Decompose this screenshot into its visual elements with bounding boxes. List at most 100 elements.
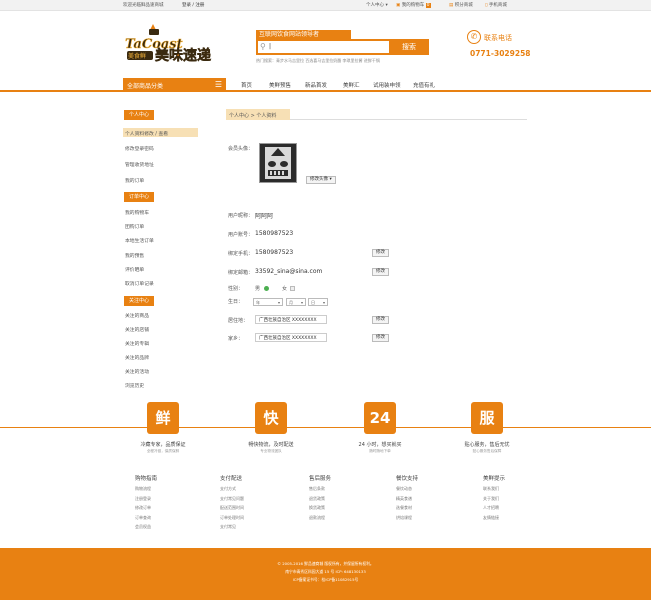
footer-link[interactable]: 换货政策	[309, 505, 331, 511]
site-logo[interactable]: TaCoast 美食鲜 美味速递	[123, 20, 223, 65]
category-label: 全部商品分类	[127, 83, 164, 90]
birthday-label: 生日：	[228, 299, 244, 305]
feature-title: 冷藏专家，品质保证	[140, 442, 186, 448]
residence-field[interactable]: 广西壮族自治区 XXXXXXXX	[255, 315, 327, 324]
feature-service: 服 贴心服务，售后无忧 贴心服务售后保障	[447, 402, 527, 454]
feature-sub: 贴心服务售后保障	[472, 449, 502, 453]
change-avatar-button[interactable]: 修改头像 ▾	[306, 176, 336, 184]
sidebar-item-password[interactable]: 修改登录密码	[125, 145, 154, 152]
mobile-icon: ▯	[485, 3, 488, 8]
footer-link[interactable]: 联系我们	[483, 486, 505, 492]
modify-email-button[interactable]: 修改	[372, 268, 389, 276]
sidebar-item-cancel[interactable]: 取消订单记录	[125, 280, 154, 287]
footer-link[interactable]: 精英食谱	[396, 496, 418, 502]
footer-link[interactable]: 订单处理时间	[220, 515, 244, 521]
mask-avatar-icon	[265, 147, 291, 179]
login-link[interactable]: 登录 / 注册	[182, 2, 204, 8]
sidebar-item-address[interactable]: 管理收货地址	[125, 161, 154, 168]
footer-link[interactable]: 支付常见问题	[220, 496, 244, 502]
nav-new[interactable]: 新品首发	[305, 81, 327, 89]
email-label: 绑定邮箱：	[228, 270, 254, 276]
sidebar-item-brands[interactable]: 关注的品牌	[125, 354, 149, 361]
footer-link[interactable]: 支付常见	[220, 524, 244, 530]
avatar-label: 会员头像：	[228, 146, 254, 152]
sidebar-item-events[interactable]: 关注的活动	[125, 368, 149, 375]
footer-link[interactable]: 餐饮动态	[396, 486, 418, 492]
nav-club[interactable]: 美鲜汇	[343, 81, 360, 89]
gender-male-radio[interactable]	[264, 286, 269, 291]
user-center-link[interactable]: 个人中心 ▾	[366, 2, 388, 8]
cart-link[interactable]: ▣ 我的购物车 0	[396, 2, 431, 8]
footer-link[interactable]: 烘焙课程	[396, 515, 418, 521]
nickname-value: 阿阿阿	[255, 213, 274, 220]
search-input[interactable]: |	[269, 43, 271, 50]
footer-col-title: 支付配送	[220, 476, 243, 482]
feature-fast: 快 畅快物流，及时配送 专业物流团队	[231, 402, 311, 454]
sidebar-item-presale[interactable]: 我的预售	[125, 252, 144, 259]
modify-mobile-button[interactable]: 修改	[372, 249, 389, 257]
sidebar-item-cart[interactable]: 我的购物车	[125, 209, 149, 216]
gender-female-radio[interactable]	[290, 286, 295, 291]
modify-hometown-button[interactable]: 修改	[372, 334, 389, 342]
svg-text:美味速递: 美味速递	[155, 47, 211, 64]
phone-label: 联系电话	[484, 34, 512, 42]
footer-link[interactable]: 会员权益	[135, 524, 157, 530]
sidebar-item-shops[interactable]: 关注的店铺	[125, 326, 149, 333]
sidebar-item-profile[interactable]: 个人资料修改 / 查看	[125, 130, 168, 137]
sidebar-item-history[interactable]: 浏览历史	[125, 382, 144, 389]
mobile-mall-link[interactable]: ▯ 手机商城	[485, 2, 507, 8]
footer-link[interactable]: 人才招聘	[483, 505, 505, 511]
footer-link[interactable]: 选餐食材	[396, 505, 418, 511]
welcome-text: 欢迎光临鲜品速商城	[123, 3, 164, 8]
footer-col-aftersale: 售后服务 售后条款 退货政策 换货政策 退款流程	[309, 474, 331, 524]
sidebar-item-albums[interactable]: 关注的专辑	[125, 340, 149, 347]
nav-home[interactable]: 首页	[241, 81, 252, 89]
birth-day-value: 日	[311, 300, 315, 305]
nav-trial[interactable]: 试用装申领	[373, 81, 401, 89]
phone-icon: ✆	[467, 30, 481, 44]
copyright-text: © 2005-2016 鲜品速商城 版权所有，并保留所有权利。	[277, 561, 374, 566]
sidebar-item-review[interactable]: 评价晒单	[125, 266, 144, 273]
birth-day-select[interactable]: 日 ▾	[308, 298, 328, 306]
footer-col-title: 餐饮支持	[396, 476, 419, 482]
clock-24-icon: 24	[364, 402, 396, 434]
search-area: 互联网饮食网站领导者 ⚲ | 搜索	[256, 30, 431, 55]
footer-link[interactable]: 退货政策	[309, 496, 331, 502]
birth-month-select[interactable]: 月 ▾	[286, 298, 306, 306]
footer-link[interactable]: 购物流程	[135, 486, 157, 492]
cart-label: 我的购物车	[401, 3, 425, 8]
birth-year-select[interactable]: 年 ▾	[253, 298, 283, 306]
modify-residence-button[interactable]: 修改	[372, 316, 389, 324]
hot-search: 热门搜索：青步水马吉里拉 百选喜马吉里拉奶酪 李琪里拉酱 进鲜干锅	[256, 58, 380, 63]
sidebar-title-personal: 个人中心	[124, 110, 154, 120]
footer-link[interactable]: 关于我们	[483, 496, 505, 502]
sidebar-item-goods[interactable]: 关注的商品	[125, 312, 149, 319]
footer-link[interactable]: 注册登录	[135, 496, 157, 502]
mobile-value: 1580987523	[255, 249, 294, 256]
hometown-field[interactable]: 广西壮族自治区 XXXXXXXX	[255, 333, 327, 342]
sidebar-item-orders[interactable]: 我的订单	[125, 177, 144, 184]
nav-presale[interactable]: 美鲜预售	[269, 81, 291, 89]
footer-col-title: 购物指南	[135, 476, 158, 482]
footer-link[interactable]: 友情链接	[483, 515, 505, 521]
points-mall-link[interactable]: ▤ 积分商城	[449, 2, 473, 8]
chevron-down-icon: ▾	[277, 300, 280, 305]
footer-link[interactable]: 支付方式	[220, 486, 244, 492]
search-button[interactable]: 搜索	[389, 39, 429, 55]
footer-link[interactable]: 订单查询	[135, 515, 157, 521]
chevron-down-icon: ▾	[385, 3, 388, 8]
footer-link[interactable]: 退款流程	[309, 515, 331, 521]
mobile-mall-label: 手机商城	[488, 3, 507, 8]
nav-recharge[interactable]: 充值有礼	[413, 81, 435, 89]
category-menu[interactable]: 全部商品分类 ☰	[123, 78, 226, 92]
sidebar-item-local[interactable]: 本地生活订单	[125, 237, 154, 244]
gender-male-label: 男	[255, 286, 261, 292]
hometown-label: 家乡：	[228, 336, 244, 342]
footer-col-title: 美鲜提示	[483, 476, 506, 482]
sidebar-title-follow: 关注中心	[124, 296, 154, 306]
footer-link[interactable]: 修改订单	[135, 505, 157, 511]
footer-link[interactable]: 售后条款	[309, 486, 331, 492]
footer-link[interactable]: 配送范围时间	[220, 505, 244, 511]
sidebar-item-group[interactable]: 团购订单	[125, 223, 144, 230]
fresh-icon: 鲜	[147, 402, 179, 434]
